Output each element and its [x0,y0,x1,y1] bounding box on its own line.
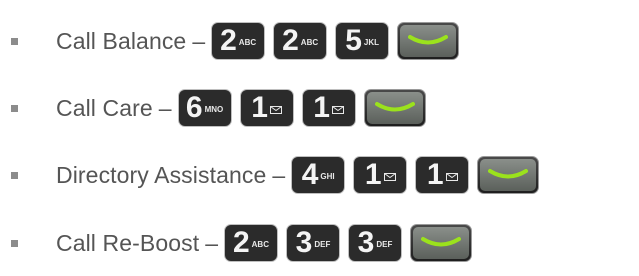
key-letters: MNO [204,104,224,114]
list-item: Call Care – 6 MNO 1 1 [0,87,426,129]
keypad-key-6: 6 MNO [177,89,232,127]
list-item: Directory Assistance – 4 GHI 1 1 [0,154,540,196]
key-digit: 2 [282,24,299,57]
keypad-key-1: 1 [239,89,294,127]
send-key-icon [363,89,426,127]
key-sequence: 6 MNO 1 1 [177,89,426,127]
list-item: Call Re-Boost – 2 ABC 3 DEF 3 DEF [0,222,472,264]
envelope-icon [269,105,282,114]
key-letters: ABC [251,239,269,249]
key-letters: ABC [238,37,257,47]
key-sequence: 2 ABC 2 ABC 5 JKL [211,22,460,60]
key-digit: 5 [345,24,362,57]
bullet-icon [11,239,18,247]
item-label: Call Re-Boost [56,229,200,256]
keypad-key-3: 3 DEF [347,224,402,262]
separator: – [205,229,218,256]
key-letters: JKL [363,37,380,47]
send-key-icon [409,224,472,262]
keypad-key-5: 5 JKL [335,22,390,60]
item-label: Call Care [56,94,153,121]
bullet-icon [11,37,18,45]
key-digit: 1 [364,158,382,191]
key-sequence: 4 GHI 1 1 [291,156,540,194]
key-digit: 2 [220,24,237,57]
keypad-key-2: 2 ABC [211,22,266,60]
send-key-icon [397,22,460,60]
key-digit: 3 [295,226,313,259]
envelope-icon [445,172,458,181]
keypad-key-4: 4 GHI [291,156,346,194]
key-sequence: 2 ABC 3 DEF 3 DEF [223,224,472,262]
key-letters: DEF [314,239,331,249]
separator: – [158,94,172,121]
keypad-key-3: 3 DEF [285,224,340,262]
key-digit: 1 [313,91,330,124]
key-letters: ABC [300,37,319,47]
key-digit: 1 [426,158,444,191]
key-digit: 6 [185,91,203,124]
send-key-icon [477,156,540,194]
envelope-icon [383,172,396,181]
key-digit: 1 [251,91,268,124]
separator: – [192,27,206,54]
keypad-key-2: 2 ABC [273,22,328,60]
key-letters: GHI [320,171,335,181]
separator: – [272,161,286,188]
list-item: Call Balance – 2 ABC 2 ABC 5 JKL [0,20,460,62]
key-digit: 4 [301,158,319,191]
bullet-icon [11,104,18,112]
key-digit: 3 [357,226,375,259]
keypad-key-1: 1 [353,156,408,194]
keypad-key-2: 2 ABC [223,224,278,262]
keypad-key-1: 1 [415,156,470,194]
bullet-icon [11,171,18,179]
item-label: Call Balance [56,27,187,54]
keypad-key-1: 1 [301,89,356,127]
key-digit: 2 [232,226,250,259]
envelope-icon [331,105,344,114]
item-label: Directory Assistance [56,161,267,188]
key-letters: DEF [376,239,393,249]
